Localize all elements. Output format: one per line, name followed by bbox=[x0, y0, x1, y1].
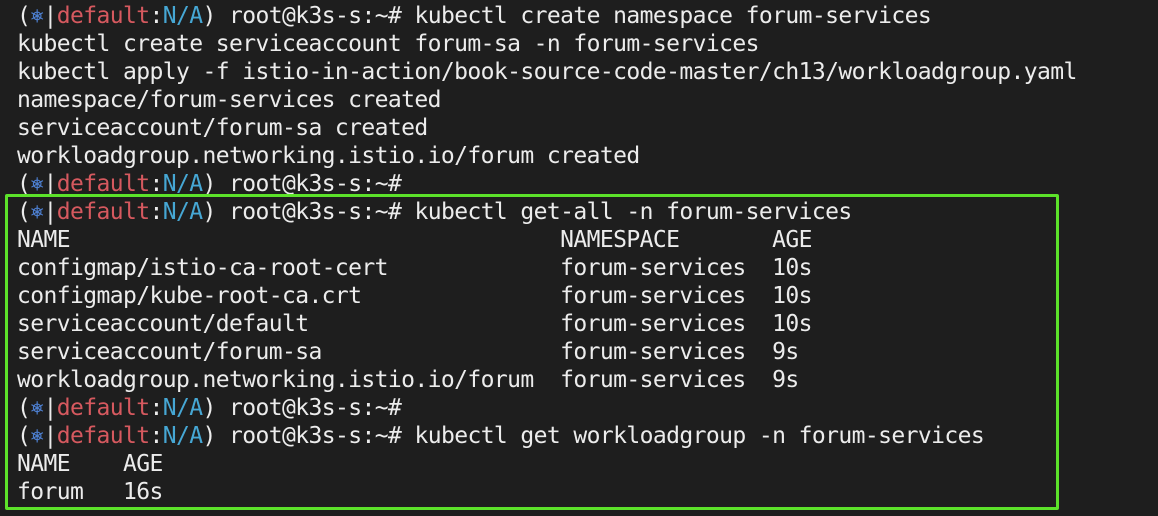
kube-context: default bbox=[56, 199, 150, 225]
output-line: serviceaccount/default forum-services 10… bbox=[17, 310, 1158, 338]
prompt-user-host: root@k3s-s:~# bbox=[215, 395, 415, 421]
prompt-close-paren: ) bbox=[202, 171, 216, 197]
prompt-open-paren: ( bbox=[17, 171, 31, 197]
kubernetes-helm-icon: ⎈ bbox=[30, 171, 44, 197]
prompt-colon: : bbox=[149, 395, 163, 421]
prompt-separator: | bbox=[43, 3, 58, 29]
prompt-line: (⎈|default:N/A) root@k3s-s:~# bbox=[17, 394, 1158, 422]
output-line: workloadgroup.networking.istio.io/forum … bbox=[17, 142, 1158, 170]
kube-namespace: N/A bbox=[162, 199, 203, 225]
output-text: workloadgroup.networking.istio.io/forum … bbox=[17, 143, 640, 169]
kubernetes-helm-icon: ⎈ bbox=[30, 423, 44, 449]
output-line: kubectl create serviceaccount forum-sa -… bbox=[17, 30, 1158, 58]
prompt-close-paren: ) bbox=[202, 423, 216, 449]
prompt-open-paren: ( bbox=[17, 3, 31, 29]
command-text: kubectl get-all -n forum-services bbox=[414, 199, 852, 225]
prompt-user-host: root@k3s-s:~# bbox=[215, 199, 415, 225]
output-line: NAME NAMESPACE AGE bbox=[17, 226, 1158, 254]
kube-namespace: N/A bbox=[162, 171, 203, 197]
prompt-close-paren: ) bbox=[202, 3, 216, 29]
prompt-separator: | bbox=[43, 199, 58, 225]
kube-context: default bbox=[56, 395, 150, 421]
prompt-colon: : bbox=[149, 423, 163, 449]
kube-context: default bbox=[56, 423, 150, 449]
prompt-line: (⎈|default:N/A) root@k3s-s:~# kubectl ge… bbox=[17, 198, 1158, 226]
kube-namespace: N/A bbox=[162, 3, 203, 29]
output-text: serviceaccount/default forum-services 10… bbox=[17, 311, 812, 337]
prompt-colon: : bbox=[149, 171, 163, 197]
output-text: kubectl apply -f istio-in-action/book-so… bbox=[17, 59, 1077, 85]
kube-namespace: N/A bbox=[162, 423, 203, 449]
output-text: forum 16s bbox=[17, 479, 163, 505]
command-text: kubectl create namespace forum-services bbox=[414, 3, 932, 29]
prompt-open-paren: ( bbox=[17, 199, 31, 225]
prompt-user-host: root@k3s-s:~# bbox=[215, 423, 415, 449]
output-text: serviceaccount/forum-sa forum-services 9… bbox=[17, 339, 799, 365]
output-text: NAME NAMESPACE AGE bbox=[17, 227, 812, 253]
kube-namespace: N/A bbox=[162, 395, 203, 421]
prompt-separator: | bbox=[43, 423, 58, 449]
output-line: namespace/forum-services created bbox=[17, 86, 1158, 114]
output-line: kubectl apply -f istio-in-action/book-so… bbox=[17, 58, 1158, 86]
prompt-colon: : bbox=[149, 3, 163, 29]
output-line: configmap/istio-ca-root-cert forum-servi… bbox=[17, 254, 1158, 282]
prompt-close-paren: ) bbox=[202, 199, 216, 225]
prompt-user-host: root@k3s-s:~# bbox=[215, 3, 415, 29]
prompt-line: (⎈|default:N/A) root@k3s-s:~# bbox=[17, 170, 1158, 198]
output-line: serviceaccount/forum-sa created bbox=[17, 114, 1158, 142]
output-text: serviceaccount/forum-sa created bbox=[17, 115, 428, 141]
kubernetes-helm-icon: ⎈ bbox=[30, 199, 44, 225]
prompt-line: (⎈|default:N/A) root@k3s-s:~# kubectl ge… bbox=[17, 422, 1158, 450]
kube-context: default bbox=[56, 171, 150, 197]
prompt-line: (⎈|default:N/A) root@k3s-s:~# kubectl cr… bbox=[17, 2, 1158, 30]
terminal-window[interactable]: (⎈|default:N/A) root@k3s-s:~# kubectl cr… bbox=[0, 0, 1158, 516]
output-line: forum 16s bbox=[17, 478, 1158, 506]
output-line: configmap/kube-root-ca.crt forum-service… bbox=[17, 282, 1158, 310]
kubernetes-helm-icon: ⎈ bbox=[30, 3, 44, 29]
kube-context: default bbox=[56, 3, 150, 29]
output-text: kubectl create serviceaccount forum-sa -… bbox=[17, 31, 759, 57]
output-text: NAME AGE bbox=[17, 451, 163, 477]
prompt-separator: | bbox=[43, 171, 58, 197]
output-text: workloadgroup.networking.istio.io/forum … bbox=[17, 367, 799, 393]
output-text: namespace/forum-services created bbox=[17, 87, 442, 113]
prompt-separator: | bbox=[43, 395, 58, 421]
prompt-open-paren: ( bbox=[17, 395, 31, 421]
output-line: workloadgroup.networking.istio.io/forum … bbox=[17, 366, 1158, 394]
output-line: NAME AGE bbox=[17, 450, 1158, 478]
output-line: serviceaccount/forum-sa forum-services 9… bbox=[17, 338, 1158, 366]
output-text: configmap/istio-ca-root-cert forum-servi… bbox=[17, 255, 812, 281]
prompt-user-host: root@k3s-s:~# bbox=[215, 171, 415, 197]
prompt-close-paren: ) bbox=[202, 395, 216, 421]
command-text: kubectl get workloadgroup -n forum-servi… bbox=[414, 423, 985, 449]
prompt-colon: : bbox=[149, 199, 163, 225]
kubernetes-helm-icon: ⎈ bbox=[30, 395, 44, 421]
output-text: configmap/kube-root-ca.crt forum-service… bbox=[17, 283, 812, 309]
prompt-open-paren: ( bbox=[17, 423, 31, 449]
